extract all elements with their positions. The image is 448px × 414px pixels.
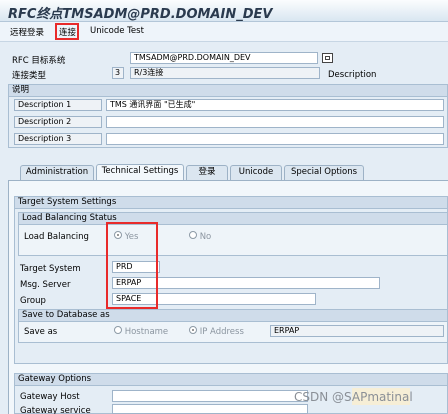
gateway-service-field[interactable] — [112, 404, 308, 414]
desc3-field[interactable] — [106, 133, 444, 145]
save-db-title: Save to Database as — [19, 310, 447, 322]
group-label: Group — [20, 296, 46, 306]
menu-item-connect[interactable]: 连接 — [59, 26, 76, 38]
save-as-field: ERPAP — [270, 325, 444, 337]
ip-address-option[interactable]: IP Address — [189, 326, 244, 337]
rfc-dest-label: RFC 目标系统 — [12, 56, 66, 66]
highlight-settings — [106, 222, 158, 309]
description-caption: Description — [328, 70, 377, 80]
gateway-host-field[interactable] — [112, 390, 308, 402]
copy-icon[interactable] — [322, 53, 333, 63]
conn-type-code: 3 — [112, 67, 124, 79]
watermark-text: CSDN @SAPmatinal — [294, 390, 413, 404]
lb-no-label: No — [199, 232, 212, 242]
tab-technical-settings[interactable]: Technical Settings — [96, 164, 184, 180]
window-title: RFC终点TMSADM@PRD.DOMAIN_DEV — [8, 7, 273, 22]
tab-special-options[interactable]: Special Options — [284, 165, 364, 180]
tab-unicode[interactable]: Unicode — [230, 165, 282, 180]
desc2-label: Description 2 — [14, 116, 102, 128]
target-system-label: Target System — [20, 264, 81, 274]
conn-type-label: 连接类型 — [12, 71, 47, 81]
lb-no-option[interactable]: No — [189, 231, 211, 242]
lb-status-title: Load Balancing Status — [19, 213, 447, 225]
desc3-label: Description 3 — [14, 133, 102, 145]
gateway-group-title: Gateway Options — [15, 374, 447, 386]
hostname-label: Hostname — [124, 327, 169, 337]
menu-item-remote-login[interactable]: 远程登录 — [10, 26, 44, 38]
hostname-radio[interactable] — [114, 326, 122, 334]
target-system-group-title: Target System Settings — [15, 197, 447, 209]
gateway-host-label: Gateway Host — [20, 392, 80, 402]
tab-administration[interactable]: Administration — [20, 165, 94, 180]
menu-item-unicode-test[interactable]: Unicode Test — [90, 26, 144, 36]
lb-no-radio[interactable] — [189, 231, 197, 239]
rfc-dest-field[interactable]: TMSADM@PRD.DOMAIN_DEV — [130, 52, 318, 64]
ip-address-label: IP Address — [199, 327, 244, 337]
msg-server-label: Msg. Server — [20, 280, 71, 290]
lb-label: Load Balancing — [24, 232, 89, 242]
hostname-option[interactable]: Hostname — [114, 326, 168, 337]
desc2-field[interactable] — [106, 116, 444, 128]
gateway-service-label: Gateway service — [20, 406, 91, 414]
desc1-label: Description 1 — [14, 99, 102, 111]
save-as-label: Save as — [24, 327, 58, 337]
ip-address-radio[interactable] — [189, 326, 197, 334]
desc1-field[interactable]: TMS 通讯界面 "已生成" — [106, 99, 444, 111]
tab-logon[interactable]: 登录 — [186, 165, 228, 180]
description-group-title: 说明 — [9, 85, 447, 97]
conn-type-value: R/3连接 — [130, 67, 320, 79]
